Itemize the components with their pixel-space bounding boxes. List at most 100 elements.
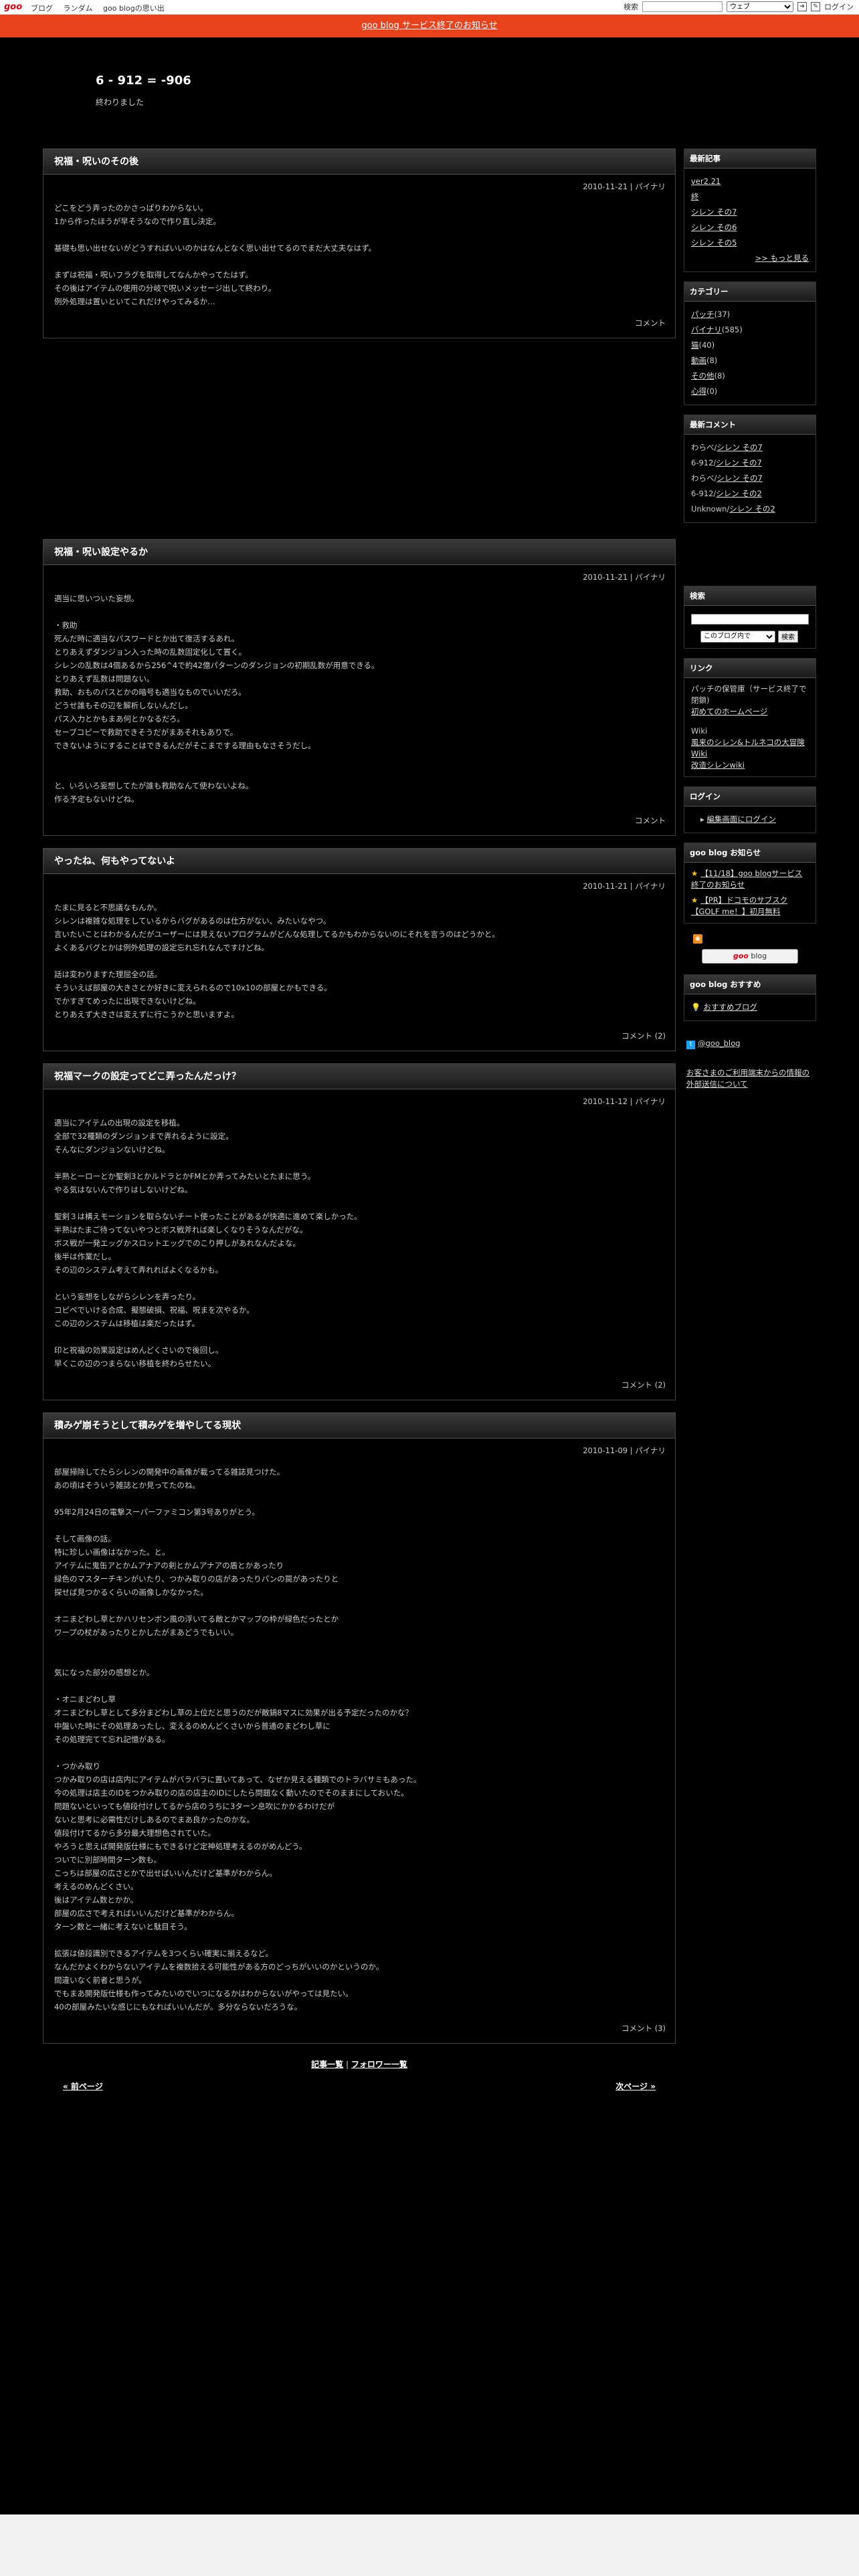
category-link[interactable]: 動画	[691, 356, 706, 365]
entry-title[interactable]: 祝福・呪い設定やるか	[43, 540, 675, 565]
recent-entry-link[interactable]: シレン その7	[691, 205, 809, 220]
categories-box: カテゴリー パッチ(37) バイナリ(585) 猫(40) 動画(8) その他(…	[684, 282, 816, 405]
category-link[interactable]: 心得	[691, 387, 706, 396]
entry-body: どこをどう弄ったのかさっぱりわからない。 1から作ったほうが早そうなので作り直し…	[54, 203, 377, 306]
goo-blog-button[interactable]: goo blog	[702, 948, 798, 964]
search-input[interactable]	[642, 1, 723, 12]
login-box: ログイン ▸ 編集画面にログイン	[684, 786, 816, 833]
nav-blog[interactable]: ブログ	[31, 4, 53, 13]
rss-icon[interactable]: ◉	[693, 934, 702, 944]
entry-meta: 2010-11-21 | パイナリ	[583, 572, 666, 582]
recent-comments-box: 最新コメント わらべ/シレン その7 6-912/シレン その7 わらべ/シレン…	[684, 415, 816, 523]
entry: 祝福マークの設定ってどこ弄ったんだっけ？ 2010-11-12 | パイナリ 適…	[43, 1063, 676, 1400]
twitter-link[interactable]: @goo_blog	[698, 1039, 740, 1048]
goo-nav: ブログ ランダム goo blogの思い出	[31, 3, 173, 13]
recent-entry-link[interactable]: 終	[691, 189, 809, 205]
entry-body: 部屋掃除してたらシレンの開発中の画像が載ってる雑誌見つけた。 あの頃はそういう雑…	[54, 1467, 421, 2012]
twitter-icon: t	[686, 1040, 695, 1049]
pagination: « 前ページ 次ページ »	[43, 2070, 676, 2103]
edit-login-link[interactable]: 編集画面にログイン	[706, 815, 776, 824]
categories-heading: カテゴリー	[684, 282, 816, 302]
comment-entry-link[interactable]: シレン その7	[717, 473, 762, 483]
goo-notice-heading: goo blog お知らせ	[684, 843, 816, 863]
list-links: 記事一覧 | フォロワー一覧	[43, 2058, 676, 2070]
comment-entry-link[interactable]: シレン その2	[716, 489, 761, 498]
entry-title[interactable]: やったね、何もやってないよ	[43, 849, 675, 874]
link-item[interactable]: 初めてのホームページ	[691, 706, 809, 718]
entry-body: 適当にアイテムの出現の設定を移植。 全部で32種類のダンジョンまで弄れるように設…	[54, 1118, 362, 1368]
entry-body: 適当に思いついた妄想。 ・救助 死んだ時に適当なパスワードとか出て復活するあれ。…	[54, 594, 379, 804]
search-label: 検索	[624, 3, 638, 11]
category-link[interactable]: バイナリ	[691, 325, 722, 334]
search-heading: 検索	[684, 586, 816, 606]
category-link[interactable]: その他	[691, 371, 714, 381]
pager-separator: |	[345, 2060, 349, 2069]
login-link[interactable]: ログイン	[824, 1, 854, 12]
blog-title[interactable]: 6 - 912 = -906	[96, 74, 191, 88]
link-text: パッチの保管庫（サービス終了で閉鎖)	[691, 683, 807, 705]
goo-notice-link[interactable]: 【PR】ドコモのサブスク【GOLF me！】初月無料	[691, 895, 787, 916]
entry-title[interactable]: 祝福・呪いのその後	[43, 149, 675, 175]
category-count: (0)	[706, 387, 718, 396]
user-icon[interactable]: ✎	[811, 2, 820, 11]
goo-notice-link[interactable]: 【11/18】goo blogサービス終了のお知らせ	[691, 869, 802, 889]
entry-comment-link[interactable]: コメント (2)	[43, 1021, 675, 1051]
bulb-icon: 💡	[691, 1002, 701, 1012]
more-link[interactable]: >> もっと見る	[755, 253, 809, 263]
comment-author: わらべ	[691, 443, 714, 452]
link-item[interactable]: 改造シレンwiki	[691, 760, 809, 771]
entry-body: たまに見ると不思議なもんか。 シレンは複雑な処理をしているからバグがあるのは仕方…	[54, 903, 500, 1019]
link-item[interactable]: 風来のシレン&トルネコの大冒険 Wiki	[691, 737, 809, 760]
category-count: (37)	[714, 310, 731, 319]
goo-logo[interactable]: goo	[4, 2, 22, 12]
comment-entry-link[interactable]: シレン その7	[717, 443, 762, 452]
rss-area: ◉ goo blog	[684, 933, 816, 964]
category-link[interactable]: パッチ	[691, 310, 714, 319]
comment-author: 6-912	[691, 489, 714, 498]
external-send-link[interactable]: お客さまのご利用端末からの情報の外部送信について	[686, 1068, 809, 1089]
search-scope-select[interactable]: ウェブ	[727, 1, 793, 12]
main-column: 祝福・呪いのその後 2010-11-21 | パイナリ どこをどう弄ったのかさっ…	[43, 148, 676, 2103]
entry-title[interactable]: 積みゲ崩そうとして積みゲを増やしてる現状	[43, 1413, 675, 1438]
category-count: (585)	[721, 325, 743, 334]
follower-list-link[interactable]: フォロワー一覧	[351, 2060, 407, 2069]
recommend-heading: goo blog おすすめ	[684, 974, 816, 994]
category-count: (8)	[714, 371, 725, 381]
blog-search-button[interactable]: 検索	[778, 630, 798, 643]
login-heading: ログイン	[684, 786, 816, 807]
sidebar: 最新記事 ver2.21 終 シレン その7 シレン その6 シレン その5 >…	[684, 148, 816, 1095]
recent-entry-link[interactable]: シレン その6	[691, 220, 809, 235]
nav-memories[interactable]: goo blogの思い出	[103, 4, 165, 13]
comment-entry-link[interactable]: シレン その7	[716, 458, 761, 467]
twitter-area: t @goo_blog	[684, 1031, 816, 1057]
star-icon: ★	[691, 895, 698, 905]
entry: 積みゲ崩そうとして積みゲを増やしてる現状 2010-11-09 | パイナリ 部…	[43, 1412, 676, 2044]
entry: 祝福・呪いのその後 2010-11-21 | パイナリ どこをどう弄ったのかさっ…	[43, 148, 676, 338]
comment-entry-link[interactable]: シレン その2	[729, 504, 775, 514]
goo-brand: goo	[733, 951, 749, 960]
recent-entry-link[interactable]: ver2.21	[691, 174, 809, 189]
entry-comment-link[interactable]: コメント (3)	[43, 2014, 675, 2043]
recent-entry-link[interactable]: シレン その5	[691, 235, 809, 251]
nav-random[interactable]: ランダム	[64, 4, 93, 13]
prev-page-link[interactable]: « 前ページ	[63, 2080, 103, 2092]
recommend-box: goo blog おすすめ 💡 おすすめブログ	[684, 974, 816, 1021]
entry-comment-link[interactable]: コメント	[43, 308, 675, 338]
next-page-link[interactable]: 次ページ »	[615, 2080, 656, 2092]
blog-search-scope[interactable]: このブログ内で	[700, 630, 775, 643]
service-end-link[interactable]: goo blog サービス終了のお知らせ	[361, 21, 497, 31]
article-list-link[interactable]: 記事一覧	[311, 2060, 343, 2069]
entry-comment-link[interactable]: コメント	[43, 806, 675, 835]
search-go-icon[interactable]: ➔	[797, 2, 807, 11]
entry-title[interactable]: 祝福マークの設定ってどこ弄ったんだっけ？	[43, 1064, 675, 1089]
goo-blog-text: blog	[751, 951, 767, 960]
blog-search-input[interactable]	[691, 614, 809, 625]
entry-comment-link[interactable]: コメント (2)	[43, 1370, 675, 1400]
recommend-link[interactable]: おすすめブログ	[703, 1002, 757, 1012]
category-link[interactable]: 猫	[691, 340, 699, 350]
links-heading: リンク	[684, 658, 816, 678]
recent-entries-box: 最新記事 ver2.21 終 シレン その7 シレン その6 シレン その5 >…	[684, 148, 816, 272]
comment-author: Unknown	[691, 504, 727, 514]
entry: やったね、何もやってないよ 2010-11-21 | パイナリ たまに見ると不思…	[43, 848, 676, 1051]
link-spacer	[691, 718, 809, 726]
